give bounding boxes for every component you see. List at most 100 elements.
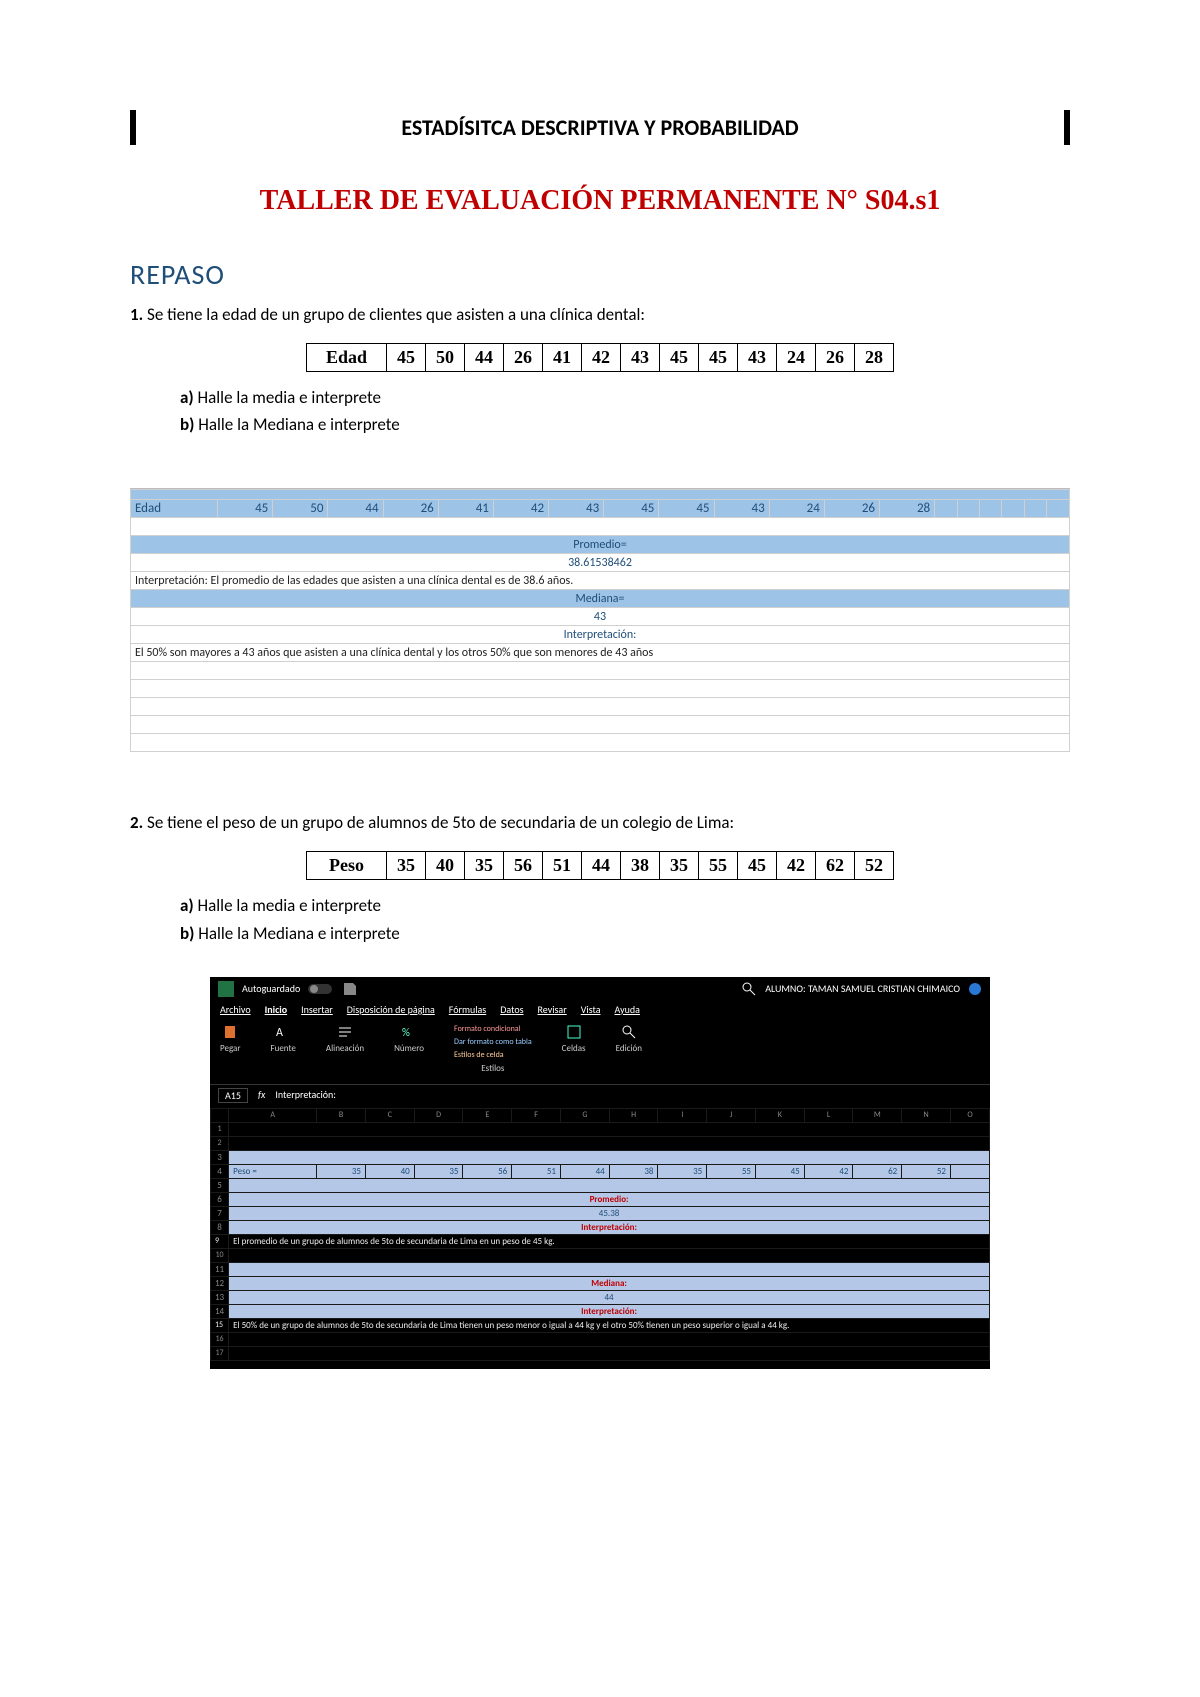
question-1-text: Se tiene la edad de un grupo de clientes… — [147, 304, 645, 325]
tab-ayuda[interactable]: Ayuda — [615, 1003, 640, 1016]
excel-med-val[interactable]: 44 — [229, 1290, 990, 1304]
q2-val: 51 — [543, 852, 582, 880]
toggle-off-icon[interactable] — [308, 983, 334, 995]
save-icon[interactable] — [342, 981, 358, 997]
excel-interp-prom[interactable]: El promedio de un grupo de alumnos de 5t… — [229, 1234, 990, 1248]
q1-val: 42 — [582, 344, 621, 372]
sheet1-med-value: 43 — [131, 608, 1070, 626]
question-1: 1. Se tiene la edad de un grupo de clien… — [130, 304, 1070, 325]
q2-val: 56 — [504, 852, 543, 880]
sheet1-edad-row: Edad 45 50 44 26 41 42 43 45 45 43 24 26… — [131, 500, 1070, 518]
excel-titlebar: Autoguardado ALUMNO: TAMAN SAMUEL CRISTI… — [210, 977, 990, 1001]
ribbon-group-edicion[interactable]: Edición — [616, 1024, 642, 1074]
course-header: ESTADÍSITCA DESCRIPTIVA Y PROBABILIDAD — [130, 110, 1070, 145]
q1-b: Halle la Mediana e interprete — [198, 414, 399, 435]
svg-text:A: A — [276, 1026, 283, 1040]
sheet1-prom-value: 38.61538462 — [131, 554, 1070, 572]
excel-prom-label[interactable]: Promedio: — [229, 1192, 990, 1206]
excel-interp-med[interactable]: El 50% de un grupo de alumnos de 5to de … — [229, 1318, 990, 1332]
autosave-label: Autoguardado — [242, 982, 300, 995]
tab-inicio[interactable]: Inicio — [265, 1003, 288, 1016]
search-icon[interactable] — [741, 981, 757, 997]
excel-menu-tabs: Archivo Inicio Insertar Disposición de p… — [210, 1001, 990, 1018]
q1-a: Halle la media e interprete — [198, 387, 381, 408]
excel-app-icon — [218, 981, 234, 997]
q1-data-table: Edad 45 50 44 26 41 42 43 45 45 43 24 26… — [306, 343, 894, 372]
q1-val: 24 — [777, 344, 816, 372]
q2-b: Halle la Mediana e interprete — [198, 923, 399, 944]
q2-val: 35 — [660, 852, 699, 880]
q2-val: 38 — [621, 852, 660, 880]
sheet1-interp-label: Interpretación: — [131, 626, 1070, 644]
workshop-title: TALLER DE EVALUACIÓN PERMANENTE N° S04.s… — [130, 185, 1070, 217]
q2-a: Halle la media e interprete — [198, 895, 381, 916]
tab-revisar[interactable]: Revisar — [538, 1003, 567, 1016]
q1-val: 50 — [426, 344, 465, 372]
q2-val: 40 — [426, 852, 465, 880]
paste-icon — [222, 1024, 238, 1040]
ribbon-group-celdas[interactable]: Celdas — [562, 1024, 586, 1074]
question-1-number: 1. — [130, 304, 143, 325]
excel-peso-row: 4 Peso = 35 40 35 56 51 44 38 35 55 45 4… — [211, 1164, 990, 1178]
cells-icon — [566, 1024, 582, 1040]
question-2: 2. Se tiene el peso de un grupo de alumn… — [130, 812, 1070, 833]
percent-icon: % — [401, 1024, 417, 1040]
q1-row-label: Edad — [307, 344, 387, 372]
user-avatar-icon — [968, 982, 982, 996]
question-2-number: 2. — [130, 812, 143, 833]
formula-content[interactable]: Interpretación: — [275, 1088, 982, 1103]
excel-formula-bar: A15 fx Interpretación: — [210, 1085, 990, 1106]
section-heading: REPASO — [130, 257, 1070, 292]
excel-interp-label[interactable]: Interpretación: — [229, 1220, 990, 1234]
sheet1-interp-prom: Interpretación: El promedio de las edade… — [131, 572, 1070, 590]
q1-subitems: a) Halle la media e interprete b) Halle … — [180, 384, 1070, 438]
q2-row-label: Peso — [307, 852, 387, 880]
q2-data-table: Peso 35 40 35 56 51 44 38 35 55 45 42 62… — [306, 851, 894, 880]
ribbon-group-numero[interactable]: % Número — [394, 1024, 424, 1074]
ribbon-group-alineacion[interactable]: Alineación — [326, 1024, 364, 1074]
ribbon-group-fuente[interactable]: A Fuente — [270, 1024, 295, 1074]
excel-prom-val[interactable]: 45.38 — [229, 1206, 990, 1220]
q2-val: 52 — [855, 852, 894, 880]
tab-insertar[interactable]: Insertar — [301, 1003, 333, 1016]
document-page: ESTADÍSITCA DESCRIPTIVA Y PROBABILIDAD T… — [0, 0, 1200, 1429]
q2-excel-screenshot: Autoguardado ALUMNO: TAMAN SAMUEL CRISTI… — [210, 977, 990, 1369]
excel-ribbon: Pegar A Fuente Alineación % Número Forma… — [210, 1018, 990, 1085]
search-edit-icon — [621, 1024, 637, 1040]
tab-archivo[interactable]: Archivo — [220, 1003, 251, 1016]
sheet1-interp-med: El 50% son mayores a 43 años que asisten… — [131, 644, 1070, 662]
q2-val: 62 — [816, 852, 855, 880]
q1-val: 26 — [504, 344, 543, 372]
q1-spreadsheet: Edad 45 50 44 26 41 42 43 45 45 43 24 26… — [130, 488, 1070, 752]
q1-val: 26 — [816, 344, 855, 372]
cell-ref[interactable]: A15 — [218, 1088, 248, 1103]
ribbon-group-estilos[interactable]: Formato condicional Dar formato como tab… — [454, 1024, 532, 1074]
q1-val: 45 — [660, 344, 699, 372]
q2-val: 42 — [777, 852, 816, 880]
q2-val: 55 — [699, 852, 738, 880]
q1-val: 45 — [699, 344, 738, 372]
excel-user: ALUMNO: TAMAN SAMUEL CRISTIAN CHIMAICO — [765, 982, 960, 995]
tab-datos[interactable]: Datos — [500, 1003, 523, 1016]
font-icon: A — [275, 1024, 291, 1040]
tab-vista[interactable]: Vista — [581, 1003, 601, 1016]
sheet1-prom-label: Promedio= — [131, 536, 1070, 554]
tab-disposicion[interactable]: Disposición de página — [347, 1003, 435, 1016]
fx-icon[interactable]: fx — [258, 1088, 265, 1103]
q2-subitems: a) Halle la media e interprete b) Halle … — [180, 892, 1070, 946]
excel-grid: A B C D E F G H I J K L M N O 1 2 — [210, 1106, 990, 1369]
question-2-text: Se tiene el peso de un grupo de alumnos … — [147, 812, 734, 833]
q2-val: 35 — [387, 852, 426, 880]
excel-med-label[interactable]: Mediana: — [229, 1276, 990, 1290]
ribbon-group-pegar[interactable]: Pegar — [220, 1024, 240, 1074]
q2-val: 35 — [465, 852, 504, 880]
q1-val: 28 — [855, 344, 894, 372]
q1-val: 43 — [738, 344, 777, 372]
q1-val: 44 — [465, 344, 504, 372]
svg-text:%: % — [402, 1026, 410, 1039]
sheet1-med-label: Mediana= — [131, 590, 1070, 608]
excel-interp2-label[interactable]: Interpretación: — [229, 1304, 990, 1318]
q1-val: 43 — [621, 344, 660, 372]
tab-formulas[interactable]: Fórmulas — [449, 1003, 486, 1016]
q2-val: 45 — [738, 852, 777, 880]
